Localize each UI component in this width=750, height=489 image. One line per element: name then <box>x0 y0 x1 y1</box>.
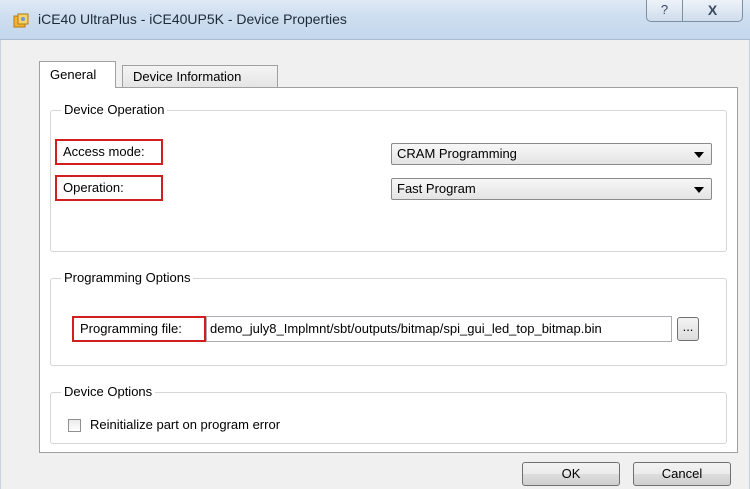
title-bar: iCE40 UltraPlus - iCE40UP5K - Device Pro… <box>0 0 750 40</box>
tab-device-information[interactable]: Device Information <box>122 65 278 89</box>
chevron-down-icon <box>694 152 704 158</box>
programming-file-input[interactable]: demo_july8_Implmnt/sbt/outputs/bitmap/sp… <box>206 316 672 342</box>
device-operation-group: Device Operation Access mode: CRAM Progr… <box>50 102 727 252</box>
operation-select[interactable]: Fast Program <box>391 178 712 200</box>
programming-options-title: Programming Options <box>61 270 194 285</box>
browse-button[interactable]: ... <box>677 317 699 341</box>
device-options-title: Device Options <box>61 384 156 399</box>
close-button[interactable]: X <box>683 0 743 22</box>
operation-value: Fast Program <box>397 181 476 196</box>
tab-general[interactable]: General <box>39 61 116 88</box>
window-title: iCE40 UltraPlus - iCE40UP5K - Device Pro… <box>38 11 347 27</box>
programming-file-label: Programming file: <box>72 316 206 342</box>
help-button[interactable]: ? <box>646 0 683 22</box>
access-mode-value: CRAM Programming <box>397 146 517 161</box>
chevron-down-icon <box>694 187 704 193</box>
device-operation-title: Device Operation <box>61 102 168 117</box>
ok-button[interactable]: OK <box>522 462 620 486</box>
app-icon <box>13 13 29 28</box>
dialog-body: General Device Information Device Operat… <box>0 40 750 489</box>
tab-panel: Device Operation Access mode: CRAM Progr… <box>39 87 738 453</box>
reinitialize-checkbox[interactable] <box>68 419 81 432</box>
cancel-button[interactable]: Cancel <box>633 462 731 486</box>
reinitialize-label[interactable]: Reinitialize part on program error <box>90 417 280 432</box>
programming-options-group: Programming Options Programming file: de… <box>50 270 727 366</box>
device-options-group: Device Options Reinitialize part on prog… <box>50 384 727 444</box>
access-mode-label: Access mode: <box>55 139 163 165</box>
operation-label: Operation: <box>55 175 163 201</box>
access-mode-select[interactable]: CRAM Programming <box>391 143 712 165</box>
